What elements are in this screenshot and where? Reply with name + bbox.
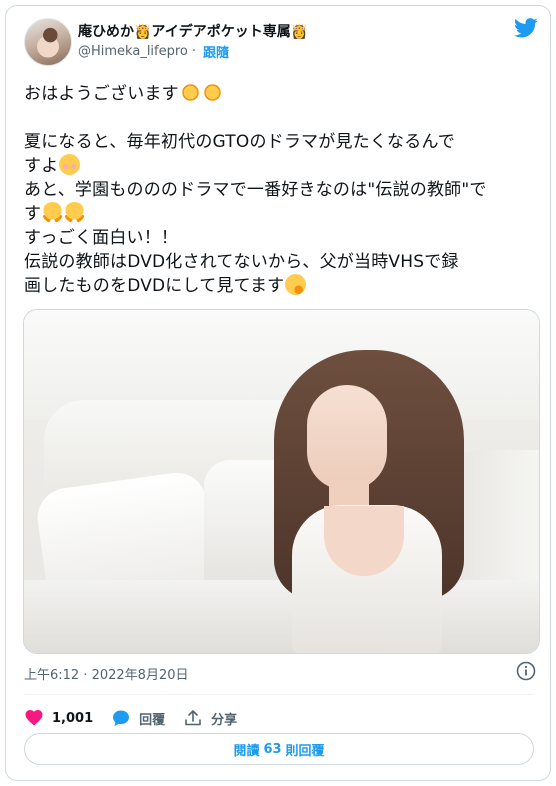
reply-button[interactable]: 回覆 bbox=[111, 708, 165, 728]
share-button[interactable]: 分享 bbox=[183, 708, 237, 728]
tweet-line: すっごく面白い！！ bbox=[24, 228, 179, 248]
hugging-face-icon bbox=[42, 202, 64, 223]
tweet-card: 庵ひめか👸アイデアポケット専属👸 @Himeka_lifepro · 跟隨 おは… bbox=[5, 5, 551, 781]
face-with-hand-over-mouth-icon bbox=[285, 274, 307, 295]
user-handle[interactable]: @Himeka_lifepro bbox=[78, 44, 188, 59]
reply-label: 回覆 bbox=[139, 712, 166, 728]
tweet-line: す bbox=[24, 202, 544, 226]
separator-dot: · bbox=[191, 44, 197, 59]
hugging-face-icon bbox=[64, 202, 86, 223]
avatar[interactable] bbox=[24, 18, 72, 66]
heart-icon bbox=[25, 710, 43, 726]
tweet-photo[interactable] bbox=[23, 309, 540, 654]
share-icon bbox=[185, 710, 201, 726]
action-bar: 1,001 回覆 分享 bbox=[24, 705, 255, 731]
tweet-line: おはようございます bbox=[24, 82, 544, 106]
tweet-line: 画したものをDVDにして見てます bbox=[24, 274, 544, 298]
follow-link[interactable]: 跟隨 bbox=[203, 42, 229, 61]
like-count: 1,001 bbox=[52, 710, 94, 726]
reply-count: 63 bbox=[263, 741, 282, 757]
speech-bubble-icon bbox=[113, 710, 130, 726]
read-replies-button[interactable]: 閱讀 63 則回覆 bbox=[24, 733, 534, 765]
tweet-line: すよ bbox=[24, 154, 544, 178]
tweet-timestamp[interactable]: 上午6:12 · 2022年8月20日 bbox=[24, 664, 189, 683]
share-label: 分享 bbox=[211, 712, 238, 728]
twitter-bird-icon[interactable] bbox=[514, 18, 538, 38]
tweet-line: 伝説の教師はDVD化されてないから、父が当時VHSで録 bbox=[24, 252, 459, 272]
like-button[interactable]: 1,001 bbox=[24, 708, 93, 728]
tweet-line: 夏になると、毎年初代のGTOのドラマが見たくなるんで bbox=[24, 132, 456, 152]
sun-emoji-icon bbox=[201, 82, 223, 103]
sun-emoji-icon bbox=[179, 82, 201, 103]
display-name-row[interactable]: 庵ひめか👸アイデアポケット専属👸 bbox=[78, 21, 308, 41]
smiling-face-with-hearts-icon bbox=[59, 154, 81, 175]
tweet-line: あと、学園ものののドラマで一番好きなのは"伝説の教師"で bbox=[24, 180, 487, 200]
divider bbox=[24, 694, 534, 695]
tweet-text: おはようございます 夏になると、毎年初代のGTOのドラマが見たくなるんで すよ … bbox=[24, 82, 544, 298]
handle-row: @Himeka_lifepro · 跟隨 bbox=[78, 42, 229, 61]
info-icon[interactable] bbox=[516, 661, 536, 681]
display-name[interactable]: 庵ひめか👸アイデアポケット専属👸 bbox=[78, 21, 308, 41]
